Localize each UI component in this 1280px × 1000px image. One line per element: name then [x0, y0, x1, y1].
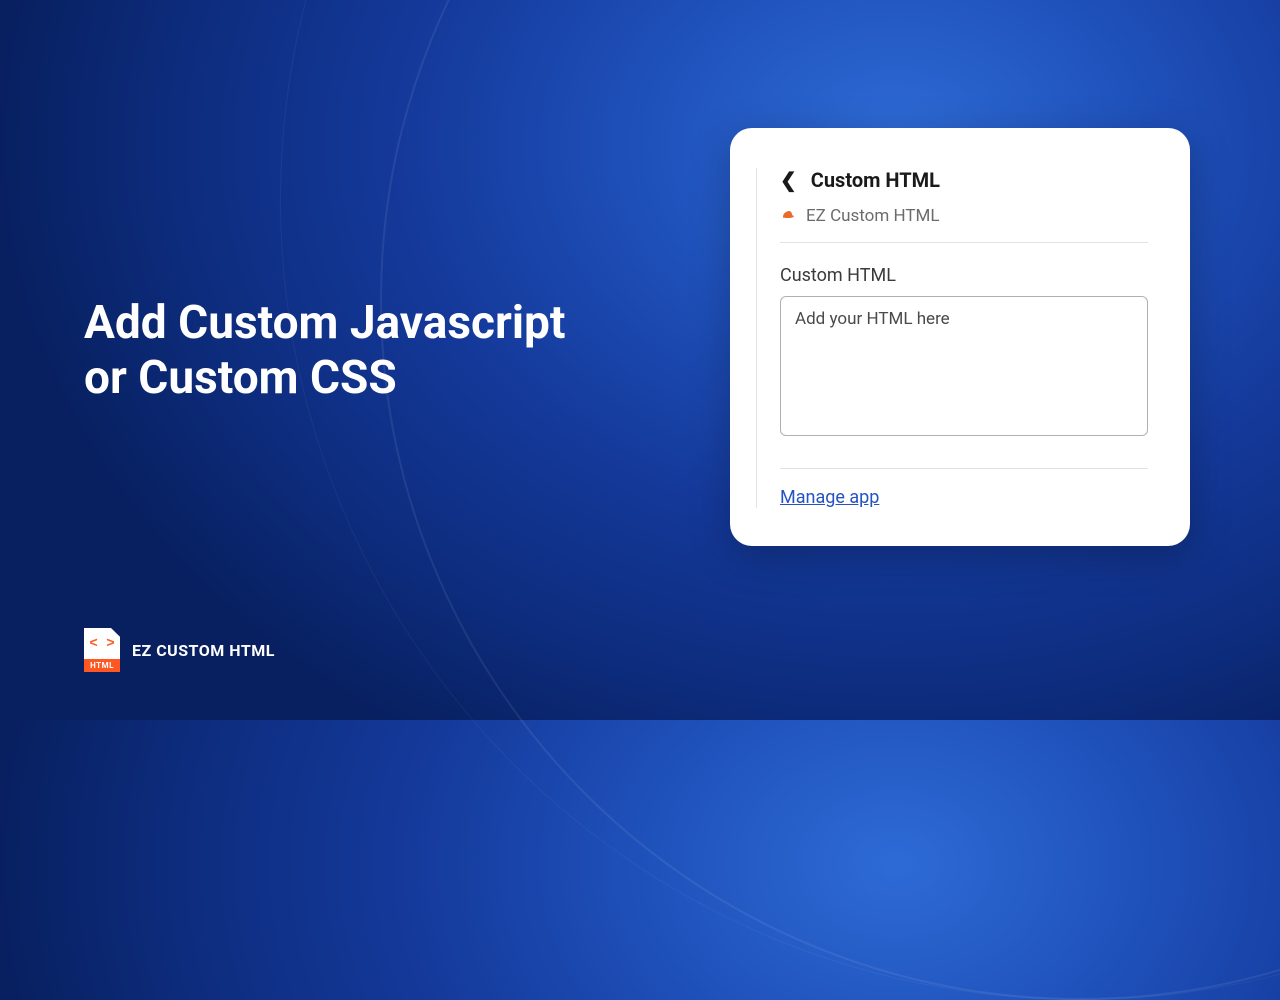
hat-icon — [780, 207, 796, 225]
custom-html-input[interactable] — [780, 296, 1148, 436]
divider — [780, 468, 1148, 469]
brand-logo: < > HTML EZ CUSTOM HTML — [84, 628, 275, 672]
brand-name: EZ CUSTOM HTML — [132, 641, 275, 660]
card-divider-left — [756, 168, 757, 508]
back-chevron-icon[interactable]: ❮ — [780, 170, 797, 190]
html-badge: HTML — [84, 659, 120, 672]
code-brackets-icon: < > — [84, 628, 120, 659]
app-row: EZ Custom HTML — [780, 206, 1148, 243]
manage-app-link[interactable]: Manage app — [780, 487, 879, 508]
field-label: Custom HTML — [780, 265, 1148, 286]
headline-text: Add Custom Javascript or Custom CSS — [84, 296, 565, 406]
panel-header: ❮ Custom HTML — [780, 168, 1148, 192]
panel-title: Custom HTML — [811, 168, 940, 192]
settings-card: ❮ Custom HTML EZ Custom HTML Custom HTML… — [730, 128, 1190, 546]
app-name-label: EZ Custom HTML — [806, 206, 940, 226]
html-file-icon: < > HTML — [84, 628, 120, 672]
